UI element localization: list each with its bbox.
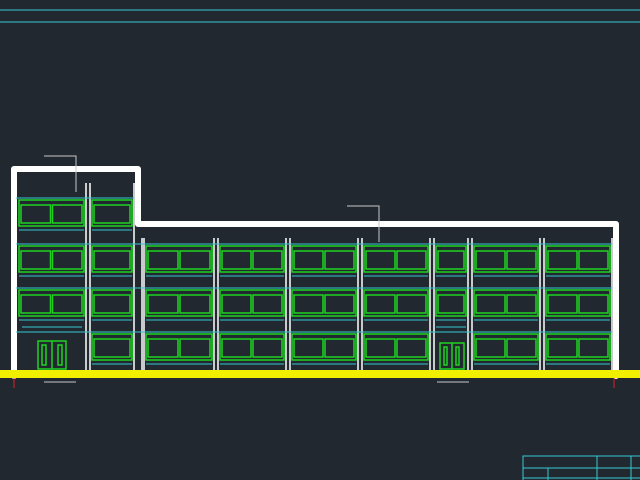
window-frame: [363, 333, 429, 361]
window-frame: [473, 333, 539, 361]
window-pane: [20, 204, 52, 224]
window-pane: [51, 250, 83, 270]
window-pane: [506, 338, 537, 358]
window-pane: [51, 204, 83, 224]
window-pane: [578, 338, 609, 358]
window-frame: [435, 289, 467, 317]
frame-border-lines: [0, 9, 640, 23]
window-frame: [145, 289, 213, 317]
window-pane: [252, 294, 283, 314]
window-pane: [147, 294, 179, 314]
window-frame: [473, 289, 539, 317]
window-frame: [18, 289, 85, 317]
title-block-grid: [522, 455, 640, 480]
window-frame: [291, 245, 357, 273]
window-frame: [219, 333, 285, 361]
window-pane: [324, 294, 355, 314]
window-pane: [396, 338, 427, 358]
window-pane: [324, 250, 355, 270]
window-frame: [91, 245, 133, 273]
window-pane: [547, 338, 578, 358]
window-frame: [545, 333, 611, 361]
window-frame: [473, 245, 539, 273]
window-pane: [293, 294, 324, 314]
window-pane: [475, 294, 506, 314]
leader-line-1: [44, 155, 77, 192]
window-pane: [20, 294, 52, 314]
window-pane: [547, 250, 578, 270]
window-pane: [179, 250, 211, 270]
window-frame: [435, 245, 467, 273]
window-pane: [93, 204, 131, 224]
window-pane: [578, 250, 609, 270]
window-pane: [20, 250, 52, 270]
window-frame: [145, 333, 213, 361]
window-pane: [324, 338, 355, 358]
window-frame: [145, 245, 213, 273]
window-pane: [147, 250, 179, 270]
double-door-left: [37, 340, 67, 370]
window-frame: [219, 245, 285, 273]
window-pane: [147, 338, 179, 358]
window-frame: [291, 289, 357, 317]
window-pane: [506, 250, 537, 270]
window-pane: [93, 250, 131, 270]
window-pane: [365, 338, 396, 358]
window-pane: [365, 250, 396, 270]
window-pane: [437, 294, 465, 314]
window-pane: [365, 294, 396, 314]
building-elevation: [0, 166, 640, 388]
window-frame: [545, 245, 611, 273]
window-pane: [437, 250, 465, 270]
window-pane: [293, 338, 324, 358]
window-pane: [221, 250, 252, 270]
window-pane: [179, 294, 211, 314]
window-frame: [91, 199, 133, 227]
window-pane: [506, 294, 537, 314]
window-frame: [291, 333, 357, 361]
double-door-right: [439, 342, 465, 370]
window-pane: [93, 294, 131, 314]
window-pane: [221, 294, 252, 314]
window-pane: [475, 250, 506, 270]
window-pane: [396, 250, 427, 270]
window-frame: [91, 289, 133, 317]
window-frame: [363, 245, 429, 273]
window-frame: [91, 333, 133, 361]
window-pane: [93, 338, 131, 358]
cad-drawing-area[interactable]: [0, 0, 640, 480]
window-pane: [179, 338, 211, 358]
window-frame: [545, 289, 611, 317]
window-pane: [396, 294, 427, 314]
window-pane: [578, 294, 609, 314]
window-pane: [475, 338, 506, 358]
window-pane: [51, 294, 83, 314]
window-pane: [547, 294, 578, 314]
window-pane: [293, 250, 324, 270]
window-pane: [252, 338, 283, 358]
window-frame: [219, 289, 285, 317]
window-frame: [18, 199, 85, 227]
window-frame: [18, 245, 85, 273]
window-pane: [252, 250, 283, 270]
window-frame: [363, 289, 429, 317]
window-pane: [221, 338, 252, 358]
